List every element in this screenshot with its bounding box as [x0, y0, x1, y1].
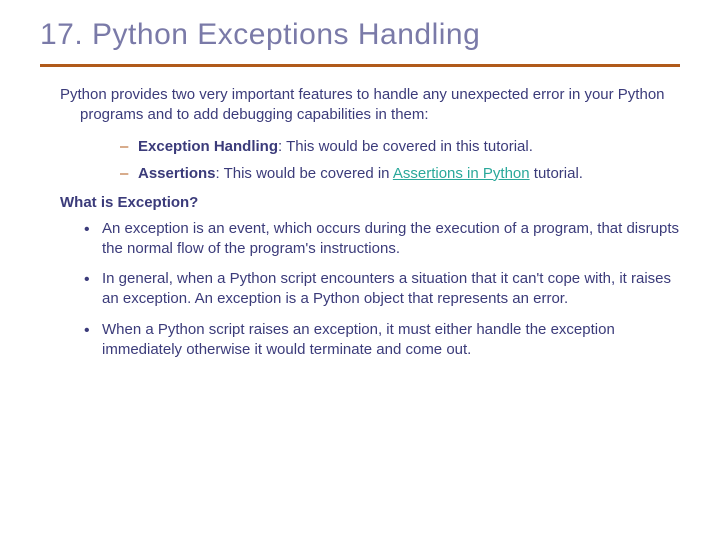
list-item: When a Python script raises an exception…	[80, 320, 680, 361]
title-divider	[40, 64, 680, 67]
feature-desc-after: tutorial.	[530, 165, 583, 182]
section-heading: What is Exception?	[60, 194, 680, 211]
feature-desc-before: : This would be covered in	[216, 165, 393, 182]
list-item: In general, when a Python script encount…	[80, 269, 680, 310]
feature-name: Exception Handling	[138, 138, 278, 155]
feature-desc: : This would be covered in this tutorial…	[278, 138, 533, 155]
slide-title: 17. Python Exceptions Handling	[40, 18, 680, 52]
bullet-list: An exception is an event, which occurs d…	[80, 219, 680, 361]
assertions-link[interactable]: Assertions in Python	[393, 165, 530, 182]
list-item: An exception is an event, which occurs d…	[80, 219, 680, 260]
intro-paragraph: Python provides two very important featu…	[60, 85, 680, 126]
sublist-item: Assertions: This would be covered in Ass…	[120, 163, 680, 184]
feature-name: Assertions	[138, 165, 216, 182]
feature-sublist: Exception Handling: This would be covere…	[120, 136, 680, 184]
sublist-item: Exception Handling: This would be covere…	[120, 136, 680, 157]
